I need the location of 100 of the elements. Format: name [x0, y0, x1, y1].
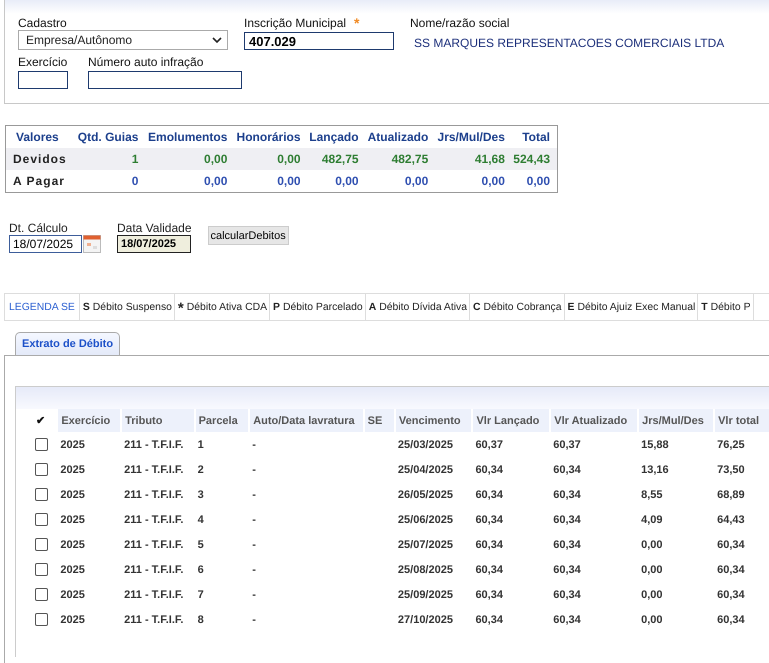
column-header: Honorários	[234, 126, 308, 148]
table-cell: 2025	[60, 588, 85, 600]
table-cell: 4	[198, 514, 204, 526]
table-cell: 25/09/2025	[398, 588, 453, 600]
table-cell: 0,00	[641, 564, 662, 576]
column-header: Exercício	[57, 409, 122, 432]
cadastro-label: Cadastro	[18, 16, 68, 30]
legend-code: P	[273, 302, 280, 312]
table-cell: -	[252, 538, 256, 550]
row-checkbox[interactable]	[35, 513, 48, 526]
table-cell: 5	[198, 538, 204, 550]
legend-label: Débito Parcelado	[282, 302, 363, 312]
table-cell: 0,00	[145, 148, 234, 170]
exercicio-label: Exercício	[18, 55, 68, 69]
row-checkbox[interactable]	[35, 438, 48, 451]
calendar-icon[interactable]	[83, 235, 101, 253]
table-cell: 211 - T.F.I.F.	[124, 588, 184, 600]
table-cell: 60,34	[475, 538, 503, 550]
column-header: Qtd. Guias	[76, 126, 146, 148]
table-cell: 60,34	[717, 614, 745, 626]
chevron-down-icon	[212, 36, 222, 44]
table-cell: 68,89	[717, 488, 745, 500]
table-cell: 60,34	[475, 514, 503, 526]
column-header: Vencimento	[394, 409, 472, 432]
table-cell: 25/08/2025	[398, 564, 453, 576]
table-cell: 0,00	[512, 170, 558, 192]
legend-code: E	[568, 302, 574, 312]
table-cell: 60,34	[717, 564, 745, 576]
table-cell: 3	[198, 488, 204, 500]
table-cell: 2025	[60, 564, 85, 576]
table-cell: 27/10/2025	[398, 614, 453, 626]
table-cell: -	[252, 464, 256, 476]
legend-code: A	[368, 302, 376, 312]
table-cell: 25/07/2025	[398, 538, 453, 550]
legend-label: Débito Dívida Ativa	[379, 302, 468, 312]
legend-label: Débito Suspenso	[92, 302, 172, 312]
table-cell: 2025	[60, 438, 85, 450]
column-header: Auto/Data lavratura	[249, 409, 364, 432]
table-cell: -	[252, 514, 256, 526]
legend-label: Débito Ativa CDA	[186, 302, 268, 312]
table-cell: 76,25	[717, 438, 745, 450]
table-cell: 211 - T.F.I.F.	[124, 514, 184, 526]
row-checkbox[interactable]	[35, 563, 48, 576]
table-cell: 60,34	[475, 614, 503, 626]
table-cell: 0,00	[234, 170, 308, 192]
table-cell: 60,34	[475, 464, 503, 476]
column-header: Parcela	[194, 409, 250, 432]
row-checkbox[interactable]	[35, 538, 48, 551]
row-checkbox[interactable]	[35, 588, 48, 601]
table-cell: 60,34	[553, 588, 581, 600]
table-cell: 2025	[60, 514, 85, 526]
row-label: A Pagar	[6, 170, 76, 192]
table-cell: 60,34	[553, 514, 581, 526]
table-cell: 524,43	[512, 148, 558, 170]
column-header: Emolumentos	[145, 126, 234, 148]
column-header: Atualizado	[366, 126, 436, 148]
table-cell: 0,00	[145, 170, 234, 192]
table-cell: -	[252, 438, 256, 450]
table-cell: 1	[76, 148, 146, 170]
check-header: ✔	[35, 414, 46, 429]
table-cell: 60,34	[475, 488, 503, 500]
legend-code: T	[701, 302, 708, 312]
calcular-debitos-button[interactable]: calcularDebitos	[208, 226, 289, 245]
auto-label: Número auto infração	[88, 55, 204, 69]
table-cell: 482,75	[366, 148, 436, 170]
data-validade-input[interactable]: 18/07/2025	[117, 235, 191, 253]
legend-title: LEGENDA SE	[5, 294, 80, 320]
auto-input[interactable]	[88, 71, 242, 89]
table-cell: 211 - T.F.I.F.	[124, 614, 184, 626]
cadastro-select[interactable]: Empresa/Autônomo	[18, 30, 228, 50]
table-cell: 25/04/2025	[398, 464, 453, 476]
column-header: Jrs/Mul/Des	[638, 409, 714, 432]
dt-calculo-input[interactable]: 18/07/2025	[9, 235, 82, 253]
dt-calculo-label: Dt. Cálculo	[9, 222, 69, 235]
column-header: Tributo	[121, 409, 195, 432]
table-cell: 2025	[60, 488, 85, 500]
row-checkbox[interactable]	[35, 463, 48, 476]
table-cell: 482,75	[308, 148, 366, 170]
table-cell: 8	[198, 614, 204, 626]
column-header: Total	[512, 126, 558, 148]
table-cell: 2025	[60, 464, 85, 476]
row-checkbox[interactable]	[35, 488, 48, 501]
table-cell: 60,34	[475, 564, 503, 576]
column-header: Vlr Lançado	[472, 409, 550, 432]
exercicio-input[interactable]	[18, 71, 68, 89]
table-cell: 73,50	[717, 464, 745, 476]
column-header: Vlr Atualizado	[550, 409, 638, 432]
table-cell: -	[252, 588, 256, 600]
table-cell: 60,34	[475, 588, 503, 600]
inscricao-input[interactable]: 407.029	[244, 32, 394, 50]
data-validade-label: Data Validade	[117, 222, 192, 235]
table-cell: 60,34	[553, 614, 581, 626]
tab[interactable]: Extrato de Débito	[15, 332, 120, 355]
table-cell: 41,68	[435, 148, 512, 170]
legend-label: Débito Ajuiz Exec Manual	[577, 302, 696, 312]
row-checkbox[interactable]	[35, 613, 48, 626]
table-cell: 0,00	[641, 538, 662, 550]
table-cell: 60,34	[553, 564, 581, 576]
row-label: Devidos	[6, 148, 76, 170]
legend-code: *	[178, 299, 184, 317]
